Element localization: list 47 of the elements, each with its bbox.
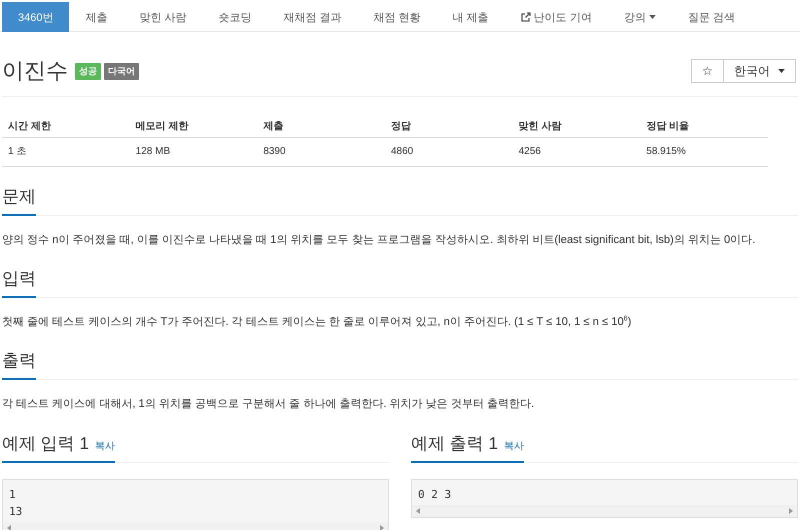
language-select[interactable]: 한국어 [724,59,796,83]
scroll-right-icon[interactable] [380,525,384,530]
table-cell: 4860 [384,138,513,166]
copy-link[interactable]: 복사 [504,439,524,454]
nav-tab[interactable]: 숏코딩 [202,2,268,32]
scroll-right-icon[interactable] [789,508,793,514]
section-text: 양의 정수 n이 주어졌을 때, 이를 이진수로 나타냈을 때 1의 위치를 모두 찾는 프로그램을 작성하시오. 최하위 비트(least significant bit, lsb)의 위치는 0이다. [2,233,756,248]
table-cell: 128 MB [130,138,258,166]
column-header: 맞힌 사람 [512,115,640,138]
section-heading: 입력 [2,266,36,298]
nav-tab[interactable]: 제출 [69,2,124,32]
column-header: 메모리 제한 [130,115,258,138]
nav-tab[interactable]: 질문 검색 [672,2,751,32]
sample-heading: 예제 입력 1 [2,433,89,456]
nav-tab[interactable]: 난이도 기여 [504,2,608,32]
column-header: 정답 비율 [640,115,768,138]
table-cell: 1 초 [2,138,130,166]
nav-tab[interactable]: 강의 [608,2,672,32]
nav-tab[interactable]: 재채점 결과 [268,2,358,32]
section-heading: 출력 [2,348,36,380]
column-header: 시간 제한 [2,115,130,138]
scroll-left-icon[interactable] [416,508,420,514]
sample-line: 0 2 3 [418,487,452,504]
nav-tab[interactable]: 내 제출 [436,2,505,32]
table-cell: 8390 [257,138,385,166]
section-heading: 문제 [2,185,36,216]
copy-link[interactable]: 복사 [94,439,115,454]
sample-line: 1 [9,487,17,504]
status-badge: 성공 [75,62,101,80]
sample-heading: 예제 출력 1 [411,433,498,456]
table-cell: 58.915% [640,138,768,166]
caret-icon [778,69,785,73]
caret-icon [648,15,656,19]
nav-tab[interactable]: 맞힌 사람 [123,2,203,32]
column-header: 정답 [384,115,513,138]
nav-tab[interactable]: 채점 현황 [358,2,437,32]
problem-title: 이진수 [2,57,68,85]
table-cell: 4256 [512,138,640,166]
section-text: 각 테스트 케이스에 대해서, 1의 위치를 공백으로 구분해서 줄 하나에 출력한다. 위치가 낮은 것부터 출력한다. [2,396,536,412]
nav-tab[interactable]: 3460번 [2,2,70,32]
star-button[interactable]: ☆ [691,59,724,83]
scroll-left-icon[interactable] [7,525,11,530]
section-text: 첫째 줄에 테스트 케이스의 개수 T가 주어진다. 각 테스트 케이스는 한 줄로 이루어져 있고, n이 주어진다. (1 ≤ T ≤ 10, 1 ≤ n ≤ 10$^{6}$) [2,314,632,330]
sample-line: 13 [9,504,24,520]
status-badge: 다국어 [104,62,139,80]
column-header: 제출 [257,115,385,138]
external-link-icon [520,12,531,22]
